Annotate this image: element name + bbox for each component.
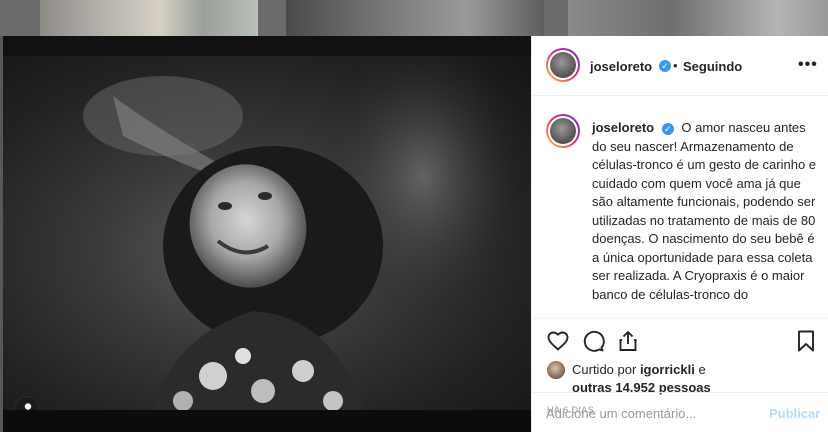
post-photo[interactable] [3, 56, 531, 410]
share-icon[interactable] [616, 329, 640, 353]
liked-by-username[interactable]: igorrickli [640, 362, 695, 377]
post-media-pane [3, 36, 531, 432]
post-caption: joseloreto ✓ O amor nasceu antes do seu … [592, 119, 822, 304]
comment-icon[interactable] [581, 329, 605, 353]
caption-username[interactable]: joseloreto [592, 120, 654, 135]
user-tag-icon[interactable] [15, 396, 39, 410]
publish-button[interactable]: Publicar [769, 406, 820, 421]
liker-avatar[interactable] [547, 361, 565, 379]
author-avatar[interactable] [546, 48, 580, 82]
feed-thumbnail[interactable] [286, 0, 544, 36]
follow-status-button[interactable]: Seguindo [683, 59, 742, 74]
caption-area: joseloreto ✓ O amor nasceu antes do seu … [532, 97, 828, 317]
verified-badge-icon: ✓ [661, 122, 674, 135]
media-bottom-band [3, 410, 531, 432]
background-feed-strip [0, 0, 828, 36]
bookmark-icon[interactable] [794, 329, 818, 353]
feed-thumbnail[interactable] [40, 0, 258, 36]
feed-thumbnail[interactable] [568, 0, 828, 36]
post-photo-image [83, 56, 531, 410]
verified-badge-icon: ✓ [659, 60, 671, 72]
liked-by-prefix: Curtido por [572, 362, 637, 377]
heart-icon[interactable] [546, 329, 570, 353]
post-modal: joseloreto ✓ • Seguindo ••• joseloreto ✓… [3, 36, 828, 432]
more-options-icon[interactable]: ••• [798, 56, 818, 74]
comment-input[interactable] [546, 403, 756, 423]
liked-by-conjunction: e [698, 362, 706, 377]
author-username[interactable]: joseloreto [590, 59, 652, 74]
caption-author-avatar[interactable] [546, 114, 580, 148]
post-header: joseloreto ✓ • Seguindo ••• [532, 36, 828, 96]
caption-text: O amor nasceu antes do seu nascer! Armaz… [592, 120, 817, 302]
likes-summary: Curtido por igorrickli e [572, 362, 706, 377]
post-sidebar: joseloreto ✓ • Seguindo ••• joseloreto ✓… [531, 36, 828, 432]
add-comment-bar: Publicar [532, 392, 828, 432]
header-separator: • [673, 58, 678, 73]
